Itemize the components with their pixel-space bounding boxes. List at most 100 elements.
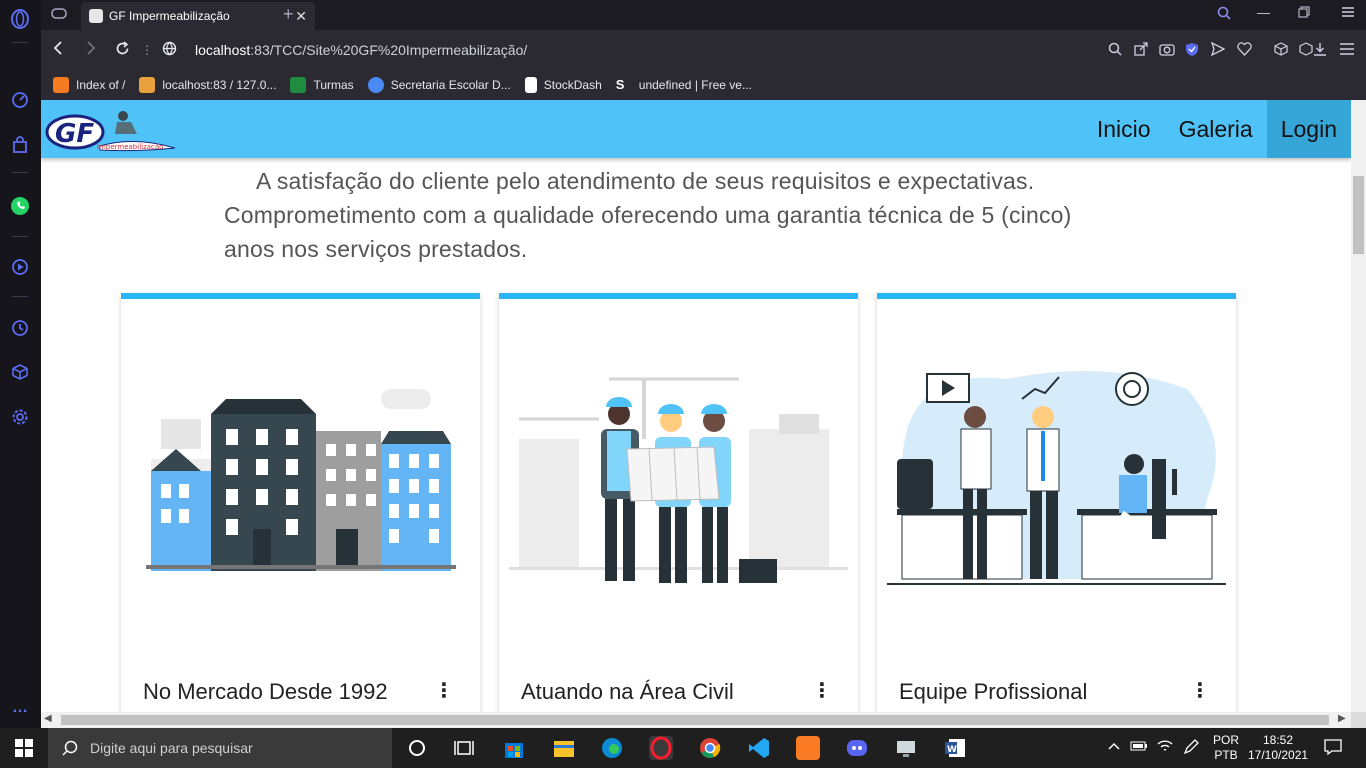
wifi-icon[interactable] xyxy=(1157,739,1173,756)
clock-time: 18:52 xyxy=(1262,733,1294,747)
vscode-icon[interactable] xyxy=(747,736,771,760)
bookmark-heart-icon[interactable] xyxy=(1237,42,1252,59)
more-options-icon[interactable]: … xyxy=(9,697,31,719)
vertical-scrollbar[interactable] xyxy=(1351,100,1366,712)
opera-logo-icon[interactable] xyxy=(9,8,31,30)
tab-bar: GF Impermeabilização ✕ + — xyxy=(41,0,1366,30)
search-placeholder: Digite aqui para pesquisar xyxy=(90,740,253,756)
back-icon[interactable] xyxy=(52,41,64,59)
tab-title: GF Impermeabilização xyxy=(109,9,230,23)
window-menu-icon[interactable] xyxy=(1341,6,1355,21)
nav-galeria-link[interactable]: Galeria xyxy=(1165,100,1267,158)
minimize-icon[interactable]: — xyxy=(1257,5,1270,20)
horizontal-scrollbar[interactable]: ◀ ▶ xyxy=(41,712,1351,728)
scroll-corner xyxy=(1351,712,1366,728)
taskbar-search[interactable]: Digite aqui para pesquisar xyxy=(48,728,392,768)
vertical-scroll-thumb[interactable] xyxy=(1353,176,1364,254)
secretaria-icon xyxy=(367,77,384,93)
send-icon[interactable] xyxy=(1210,41,1226,59)
vpn-shield-icon[interactable] xyxy=(1185,42,1199,60)
opera-taskbar-icon[interactable] xyxy=(649,736,673,760)
battery-icon[interactable] xyxy=(1130,740,1148,755)
site-info-icon[interactable] xyxy=(162,41,177,60)
downloads-icon[interactable] xyxy=(1313,42,1327,59)
nav-inicio-link[interactable]: Inicio xyxy=(1083,100,1165,158)
forward-icon[interactable] xyxy=(85,41,97,59)
settings-gear-icon[interactable] xyxy=(9,406,31,428)
tab-close-icon[interactable]: ✕ xyxy=(295,8,307,25)
edge-icon[interactable] xyxy=(600,736,624,760)
cortana-icon[interactable] xyxy=(405,736,429,760)
card-more-icon[interactable]: ⋮ xyxy=(1190,681,1210,701)
bookmark-item[interactable]: Index of / xyxy=(53,77,125,93)
workspaces-icon[interactable] xyxy=(51,7,67,22)
card-title: Atuando na Área Civil xyxy=(521,679,734,704)
easy-setup-icon[interactable] xyxy=(1299,42,1313,59)
task-view-icon[interactable] xyxy=(452,736,476,760)
windows-logo-icon xyxy=(15,739,33,757)
bookmark-item[interactable]: Turmas xyxy=(290,77,354,93)
start-button[interactable] xyxy=(0,728,48,768)
url-field[interactable]: localhost:83/TCC/Site%20GF%20Impermeabil… xyxy=(195,42,527,58)
history-icon[interactable] xyxy=(9,317,31,339)
extensions-icon[interactable] xyxy=(9,361,31,383)
clock-date: 17/10/2021 xyxy=(1248,748,1309,762)
speed-dial-icon[interactable] xyxy=(9,89,31,111)
extensions-cube-icon[interactable] xyxy=(1274,42,1288,59)
drag-handle-icon: ⋮ xyxy=(141,43,153,57)
xampp-taskbar-icon[interactable] xyxy=(796,736,820,760)
site-navbar: GF Impermeabilização Inicio Galeria Logi… xyxy=(41,100,1351,158)
bookmarks-bar: Index of / localhost:83 / 127.0... Turma… xyxy=(41,70,1366,100)
classroom-icon xyxy=(290,77,307,93)
store-icon[interactable] xyxy=(502,736,526,760)
card-more-icon[interactable]: ⋮ xyxy=(812,681,832,701)
search-tabs-icon[interactable] xyxy=(1217,6,1231,23)
tab-active[interactable]: GF Impermeabilização ✕ xyxy=(81,2,315,30)
bookmark-item[interactable]: Secretaria Escolar D... xyxy=(367,77,511,93)
document-icon xyxy=(524,77,537,93)
shopping-bag-icon[interactable] xyxy=(9,134,31,156)
show-hidden-icons-icon[interactable] xyxy=(1108,740,1120,754)
file-explorer-icon[interactable] xyxy=(552,736,576,760)
gf-logo[interactable]: GF Impermeabilização xyxy=(45,106,177,154)
menu-lines-icon[interactable] xyxy=(1339,42,1355,59)
scroll-right-icon[interactable]: ▶ xyxy=(1338,713,1346,724)
feature-card: No Mercado Desde 1992 ⋮ xyxy=(121,293,480,712)
site-favicon-icon xyxy=(89,9,103,23)
xampp-icon xyxy=(53,77,69,93)
horizontal-scroll-thumb[interactable] xyxy=(61,715,1329,725)
reload-icon[interactable] xyxy=(115,41,130,60)
clock[interactable]: 18:52 17/10/2021 xyxy=(1248,733,1308,763)
snapshot-icon[interactable] xyxy=(1159,42,1175,59)
bookmark-item[interactable]: Sundefined | Free ve... xyxy=(616,77,752,93)
windows-taskbar: Digite aqui para pesquisar W POR PTB 18:… xyxy=(0,728,1366,768)
team-illustration xyxy=(887,371,1226,585)
feature-card: Atuando na Área Civil ⋮ xyxy=(499,293,858,712)
browser-sidebar: … xyxy=(0,0,41,728)
scroll-left-icon[interactable]: ◀ xyxy=(44,713,52,724)
new-tab-icon[interactable]: + xyxy=(283,4,294,25)
card-title: Equipe Profissional xyxy=(899,679,1088,704)
nav-login-link[interactable]: Login xyxy=(1266,100,1351,158)
feature-card: Equipe Profissional ⋮ xyxy=(877,293,1236,712)
intro-text: A satisfação do cliente pelo atendimento… xyxy=(224,164,1124,266)
search-page-icon[interactable] xyxy=(1108,42,1122,59)
notifications-icon[interactable] xyxy=(1324,739,1342,758)
whatsapp-icon[interactable] xyxy=(9,195,31,217)
word-icon[interactable]: W xyxy=(943,736,967,760)
language-indicator[interactable]: POR PTB xyxy=(1213,733,1239,763)
card-more-icon[interactable]: ⋮ xyxy=(434,681,454,701)
engineers-illustration xyxy=(509,377,848,583)
chrome-icon[interactable] xyxy=(698,736,722,760)
pen-icon[interactable] xyxy=(1183,739,1199,758)
share-icon[interactable] xyxy=(1134,42,1148,59)
discord-icon[interactable] xyxy=(845,736,869,760)
maximize-icon[interactable] xyxy=(1298,6,1310,21)
svg-text:GF: GF xyxy=(55,119,94,149)
svg-text:Impermeabilização: Impermeabilização xyxy=(97,143,163,151)
intro-line-2: Comprometimento com a qualidade oferecen… xyxy=(224,202,1072,262)
bookmark-item[interactable]: localhost:83 / 127.0... xyxy=(139,77,276,93)
bookmark-item[interactable]: StockDash xyxy=(524,77,602,93)
remote-desktop-icon[interactable] xyxy=(894,736,918,760)
player-icon[interactable] xyxy=(9,256,31,278)
